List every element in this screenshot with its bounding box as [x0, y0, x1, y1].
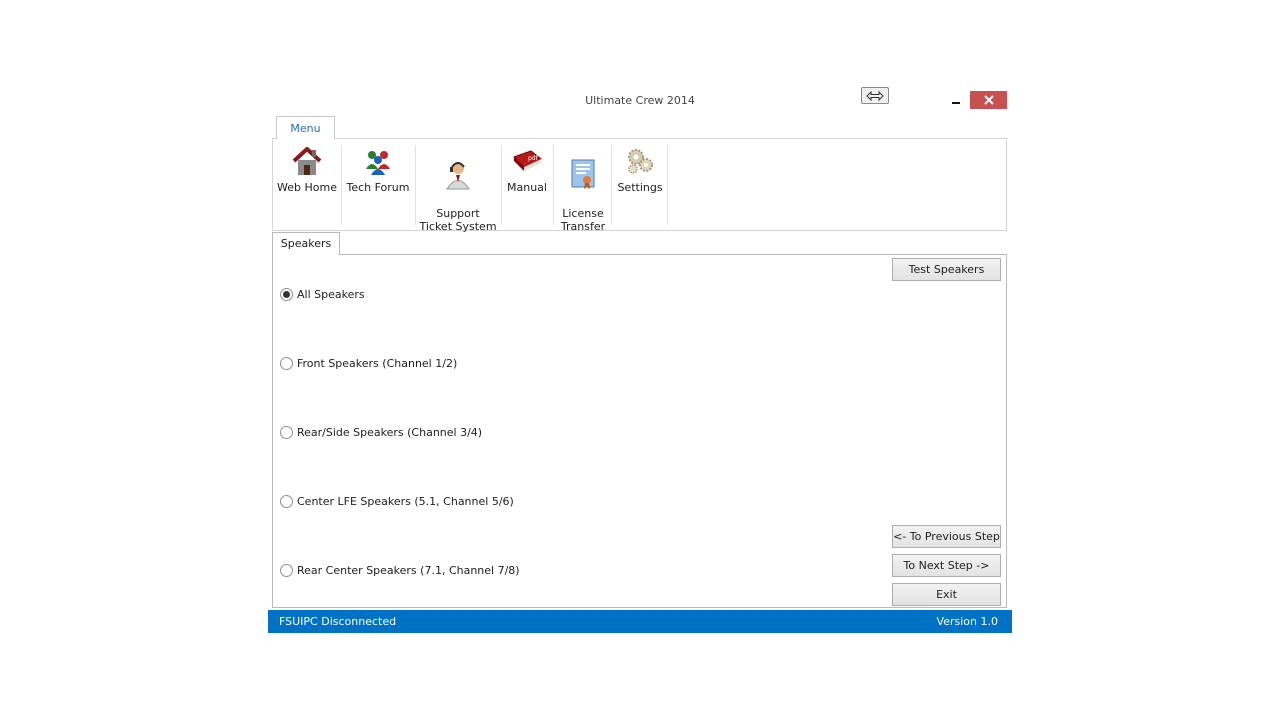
exit-button[interactable]: Exit [892, 583, 1001, 606]
ribbon-tab-menu[interactable]: Menu [276, 116, 335, 139]
license-transfer-button[interactable]: License Transfer [556, 139, 610, 233]
radio-button[interactable] [280, 426, 293, 439]
radio-center-lfe-speakers[interactable]: Center LFE Speakers (5.1, Channel 5/6) [280, 495, 514, 508]
status-bar: FSUIPC Disconnected Version 1.0 [268, 610, 1012, 633]
settings-button[interactable]: Settings [613, 139, 667, 225]
minimize-button[interactable] [948, 90, 964, 106]
settings-label: Settings [617, 181, 663, 194]
radio-button[interactable] [280, 288, 293, 301]
tech-forum-label: Tech Forum [346, 181, 410, 194]
forum-people-icon [366, 151, 390, 175]
license-transfer-label: License Transfer [560, 207, 606, 233]
radio-label: Rear Center Speakers (7.1, Channel 7/8) [297, 564, 520, 577]
ribbon-separator [611, 145, 612, 225]
radio-all-speakers[interactable]: All Speakers [280, 288, 365, 301]
previous-step-button[interactable]: <- To Previous Step [892, 525, 1001, 548]
web-home-button[interactable]: Web Home [277, 139, 337, 225]
pdf-book-icon: pdf [513, 150, 542, 171]
radio-front-speakers[interactable]: Front Speakers (Channel 1/2) [280, 357, 457, 370]
manual-label: Manual [507, 181, 547, 194]
radio-label: All Speakers [297, 288, 365, 301]
speakers-panel: All Speakers Front Speakers (Channel 1/2… [272, 254, 1007, 608]
home-icon [292, 147, 322, 175]
gears-icon [628, 149, 653, 174]
close-button[interactable] [970, 91, 1007, 109]
minimize-icon [952, 102, 960, 104]
tech-forum-button[interactable]: Tech Forum [345, 139, 411, 225]
radio-button[interactable] [280, 564, 293, 577]
tab-speakers[interactable]: Speakers [272, 232, 340, 255]
radio-label: Center LFE Speakers (5.1, Channel 5/6) [297, 495, 514, 508]
ribbon-toolbar: Web Home Tech Forum Support Ticket Syste… [272, 138, 1007, 233]
window-title: Ultimate Crew 2014 [585, 94, 695, 107]
next-step-button[interactable]: To Next Step -> [892, 554, 1001, 577]
ribbon-separator [501, 145, 502, 225]
radio-rear-center-speakers[interactable]: Rear Center Speakers (7.1, Channel 7/8) [280, 564, 520, 577]
support-ticket-button[interactable]: Support Ticket System [419, 139, 497, 233]
radio-label: Rear/Side Speakers (Channel 3/4) [297, 426, 483, 439]
manual-button[interactable]: pdf Manual [504, 139, 550, 225]
ribbon-separator [553, 145, 554, 225]
resize-arrows-icon [866, 90, 884, 101]
radio-button[interactable] [280, 495, 293, 508]
ribbon-separator [415, 145, 416, 225]
support-agent-icon [446, 162, 470, 190]
ribbon-separator [341, 145, 342, 225]
web-home-label: Web Home [277, 181, 337, 194]
close-icon [983, 95, 994, 105]
certificate-icon [571, 159, 595, 189]
connection-status: FSUIPC Disconnected [279, 615, 397, 628]
ribbon-separator [667, 145, 668, 225]
radio-label: Front Speakers (Channel 1/2) [297, 357, 458, 370]
svg-text:pdf: pdf [528, 155, 539, 162]
version-label: Version 1.0 [936, 615, 998, 628]
radio-rear-side-speakers[interactable]: Rear/Side Speakers (Channel 3/4) [280, 426, 482, 439]
test-speakers-button[interactable]: Test Speakers [892, 258, 1001, 281]
app-window: Ultimate Crew 2014 Menu Web Home Tech Fo… [268, 84, 1012, 633]
restore-size-button[interactable] [861, 87, 889, 104]
support-ticket-label: Support Ticket System [419, 207, 497, 233]
radio-button[interactable] [280, 357, 293, 370]
